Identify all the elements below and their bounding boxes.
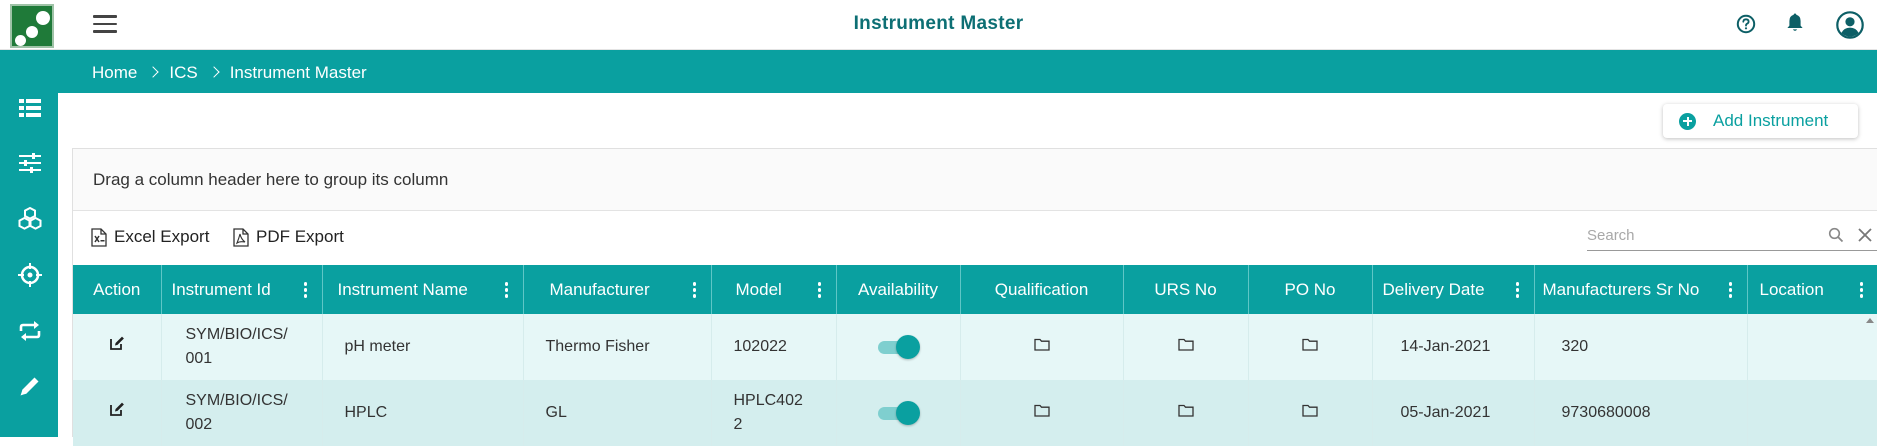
instrument-id-cell: SYM/BIO/ICS/ 001 — [161, 314, 323, 380]
column-menu-icon[interactable] — [692, 282, 697, 298]
excel-file-icon — [91, 227, 107, 247]
user-avatar-icon[interactable] — [1836, 11, 1864, 39]
sr-no-cell: 320 — [1534, 314, 1748, 380]
availability-toggle[interactable] — [876, 334, 920, 360]
chevron-right-icon — [147, 66, 160, 78]
col-header-delivery-date[interactable]: Delivery Date — [1372, 265, 1535, 314]
group-drop-area[interactable]: Drag a column header here to group its c… — [73, 149, 1877, 211]
help-circle-icon[interactable] — [1736, 14, 1756, 34]
qualification-cell — [960, 314, 1124, 380]
delivery-date-cell: 14-Jan-2021 — [1372, 314, 1535, 380]
close-icon[interactable] — [1857, 227, 1873, 243]
instrument-name-cell: HPLC — [322, 380, 524, 446]
col-header-action[interactable]: Action — [73, 265, 162, 314]
column-menu-icon[interactable] — [504, 282, 509, 298]
top-bar: Instrument Master — [0, 0, 1877, 50]
table-row[interactable]: SYM/BIO/ICS/ 001 pH meter Thermo Fisher … — [73, 314, 1877, 380]
col-header-qualification[interactable]: Qualification — [960, 265, 1124, 314]
repeat-icon[interactable] — [17, 318, 43, 344]
instrument-grid: Drag a column header here to group its c… — [72, 148, 1877, 446]
action-cell — [73, 380, 162, 446]
grid-toolbar: Excel Export PDF Export — [73, 211, 1877, 265]
manufacturer-cell: GL — [523, 380, 712, 446]
plus-circle-icon — [1679, 112, 1696, 130]
folder-icon[interactable] — [1033, 338, 1050, 351]
folder-icon[interactable] — [1033, 404, 1050, 417]
search-input[interactable] — [1587, 223, 1807, 247]
pdf-file-icon — [233, 227, 249, 247]
availability-cell — [836, 380, 961, 446]
col-header-instrument-id[interactable]: Instrument Id — [161, 265, 323, 314]
breadcrumb-home[interactable]: Home — [92, 63, 137, 83]
qualification-cell — [960, 380, 1124, 446]
instrument-id-cell: SYM/BIO/ICS/ 002 — [161, 380, 323, 446]
sliders-icon[interactable] — [17, 150, 43, 176]
sr-no-cell: 9730680008 — [1534, 380, 1748, 446]
col-header-manufacturers-sr-no[interactable]: Manufacturers Sr No — [1534, 265, 1748, 314]
chevron-right-icon — [208, 66, 220, 78]
col-header-instrument-name[interactable]: Instrument Name — [322, 265, 524, 314]
location-cell — [1747, 314, 1877, 380]
scroll-up-arrow-icon[interactable] — [1866, 318, 1874, 323]
header-row: Action Instrument Id Instrument Name Man… — [73, 265, 1877, 314]
column-menu-icon[interactable] — [303, 282, 308, 298]
pdf-export-label: PDF Export — [256, 227, 344, 246]
availability-toggle[interactable] — [876, 400, 920, 426]
folder-icon[interactable] — [1177, 404, 1194, 417]
column-menu-icon[interactable] — [1728, 282, 1733, 298]
col-header-location[interactable]: Location — [1747, 265, 1877, 314]
model-cell: HPLC402 2 — [711, 380, 837, 446]
search-icon[interactable] — [1828, 227, 1844, 243]
instrument-table: Action Instrument Id Instrument Name Man… — [73, 265, 1877, 446]
sidebar — [0, 50, 58, 437]
urs-no-cell — [1123, 380, 1249, 446]
cubes-icon[interactable] — [17, 206, 43, 232]
edit-icon[interactable] — [109, 335, 125, 351]
add-instrument-label: Add Instrument — [1713, 111, 1829, 130]
column-menu-icon[interactable] — [1859, 282, 1864, 298]
col-header-availability[interactable]: Availability — [836, 265, 961, 314]
edit-icon[interactable] — [109, 401, 125, 417]
location-cell — [1747, 380, 1877, 446]
breadcrumb: Home ICS Instrument Master — [92, 63, 367, 83]
grid-search — [1587, 221, 1877, 251]
instrument-name-cell: pH meter — [322, 314, 524, 380]
page-title: Instrument Master — [853, 13, 1024, 34]
pencil-icon[interactable] — [17, 373, 43, 399]
availability-cell — [836, 314, 961, 380]
delivery-date-cell: 05-Jan-2021 — [1372, 380, 1535, 446]
excel-export-button[interactable]: Excel Export — [91, 227, 209, 247]
manufacturer-cell: Thermo Fisher — [523, 314, 712, 380]
breadcrumb-bar: Home ICS Instrument Master — [58, 50, 1877, 93]
add-instrument-button[interactable]: Add Instrument — [1663, 104, 1858, 138]
folder-icon[interactable] — [1302, 338, 1318, 351]
pdf-export-button[interactable]: PDF Export — [233, 227, 344, 247]
action-cell — [73, 314, 162, 380]
breadcrumb-ics[interactable]: ICS — [169, 63, 197, 83]
po-no-cell — [1248, 314, 1373, 380]
folder-icon[interactable] — [1177, 338, 1194, 351]
column-menu-icon[interactable] — [1515, 282, 1520, 298]
crosshair-icon[interactable] — [17, 262, 43, 288]
table-row[interactable]: SYM/BIO/ICS/ 002 HPLC GL HPLC402 2 05-Ja… — [73, 380, 1877, 446]
po-no-cell — [1248, 380, 1373, 446]
col-header-model[interactable]: Model — [711, 265, 837, 314]
column-menu-icon[interactable] — [817, 282, 822, 298]
bell-icon[interactable] — [1786, 12, 1804, 34]
col-header-manufacturer[interactable]: Manufacturer — [523, 265, 712, 314]
excel-export-label: Excel Export — [114, 227, 210, 246]
col-header-po-no[interactable]: PO No — [1248, 265, 1373, 314]
model-cell: 102022 — [711, 314, 837, 380]
folder-icon[interactable] — [1302, 404, 1318, 417]
table-icon[interactable] — [17, 95, 43, 121]
breadcrumb-current: Instrument Master — [229, 63, 367, 82]
col-header-urs-no[interactable]: URS No — [1123, 265, 1249, 314]
urs-no-cell — [1123, 314, 1249, 380]
